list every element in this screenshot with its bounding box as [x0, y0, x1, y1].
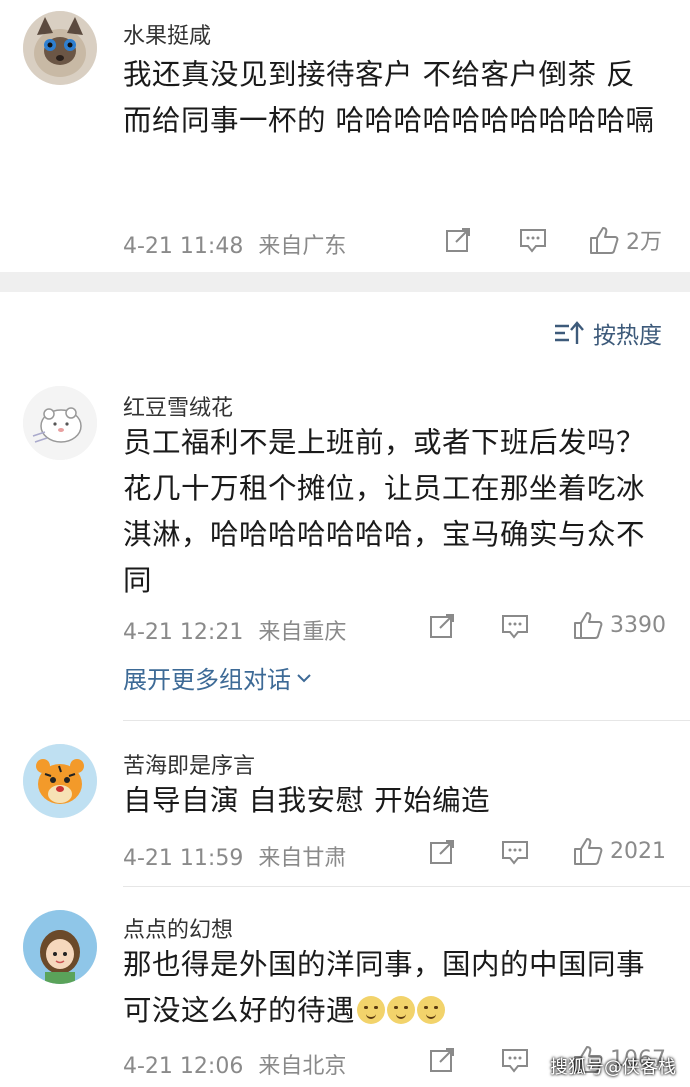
share-button[interactable]	[428, 838, 456, 866]
comment-meta: 4-21 12:21 来自重庆	[123, 614, 346, 646]
share-icon	[430, 840, 454, 864]
comment-time: 4-21 12:21	[123, 620, 244, 645]
comment-location: 来自北京	[258, 1054, 347, 1079]
comment-icon	[502, 1049, 528, 1073]
comment-text: 那也得是外国的洋同事，国内的中国同事可没这么好的待遇	[123, 942, 663, 1034]
avatar[interactable]	[23, 11, 97, 85]
like-count: 2021	[610, 838, 666, 864]
comment-location: 来自重庆	[258, 620, 347, 645]
like-count: 2万	[626, 230, 662, 255]
username[interactable]: 水果挺咸	[123, 18, 211, 50]
thumbs-up-icon	[574, 838, 603, 865]
username[interactable]: 红豆雪绒花	[123, 390, 233, 422]
bear-sketch-avatar-icon	[23, 386, 97, 460]
reply-button[interactable]	[518, 226, 548, 254]
share-button[interactable]	[444, 226, 472, 254]
sort-toggle[interactable]: 按热度	[553, 316, 662, 350]
avatar[interactable]	[23, 910, 97, 984]
comment-divider	[123, 720, 690, 721]
reply-button[interactable]	[500, 1046, 530, 1074]
sort-label: 按热度	[593, 323, 662, 349]
comment-time: 4-21 11:48	[123, 234, 244, 259]
share-icon	[430, 614, 454, 638]
comment-meta: 4-21 11:59 来自甘肃	[123, 840, 346, 872]
doge-emoji-icon	[387, 996, 416, 1024]
comment-icon	[520, 229, 546, 253]
reply-button[interactable]	[500, 612, 530, 640]
username[interactable]: 苦海即是序言	[123, 748, 255, 780]
sort-icon	[555, 321, 584, 344]
watermark: 搜狐号@侠客栈	[550, 1057, 676, 1078]
share-icon	[446, 228, 470, 252]
thumbs-up-icon	[590, 227, 619, 254]
comment-meta: 4-21 11:48 来自广东	[123, 228, 346, 260]
like-button[interactable]: 2万	[588, 224, 662, 256]
cat-avatar-icon	[23, 11, 97, 85]
tiger-avatar-icon	[23, 744, 97, 818]
share-button[interactable]	[428, 1046, 456, 1074]
thumbs-up-icon	[574, 612, 603, 639]
comment-time: 4-21 11:59	[123, 846, 244, 871]
share-button[interactable]	[428, 612, 456, 640]
comment-text: 自导自演 自我安慰 开始编造	[123, 784, 491, 817]
comment-text: 员工福利不是上班前，或者下班后发吗？花几十万租个摊位，让员工在那坐着吃冰淇淋，哈…	[123, 426, 646, 597]
expand-label: 展开更多组对话	[123, 666, 291, 694]
expand-conversations-link[interactable]: 展开更多组对话	[123, 660, 313, 695]
like-button[interactable]: 3390	[572, 610, 666, 640]
reply-button[interactable]	[500, 838, 530, 866]
share-icon	[430, 1048, 454, 1072]
comment-time: 4-21 12:06	[123, 1054, 244, 1079]
avatar[interactable]	[23, 386, 97, 460]
section-divider	[0, 272, 690, 292]
username[interactable]: 点点的幻想	[123, 912, 233, 944]
comment-divider	[123, 886, 690, 887]
doge-emoji-icon	[357, 996, 386, 1024]
like-count: 3390	[610, 612, 666, 638]
comment-text: 我还真没见到接待客户 不给客户倒茶 反而给同事一杯的 哈哈哈哈哈哈哈哈哈哈嗝	[123, 58, 655, 137]
avatar[interactable]	[23, 744, 97, 818]
comment-location: 来自广东	[258, 234, 347, 259]
comment-location: 来自甘肃	[258, 846, 347, 871]
comment-meta: 4-21 12:06 来自北京	[123, 1048, 346, 1080]
like-button[interactable]: 2021	[572, 836, 666, 866]
girl-avatar-icon	[23, 910, 97, 984]
chevron-down-icon	[297, 673, 311, 682]
comment-icon	[502, 615, 528, 639]
doge-emoji-icon	[417, 996, 446, 1024]
comment-icon	[502, 841, 528, 865]
